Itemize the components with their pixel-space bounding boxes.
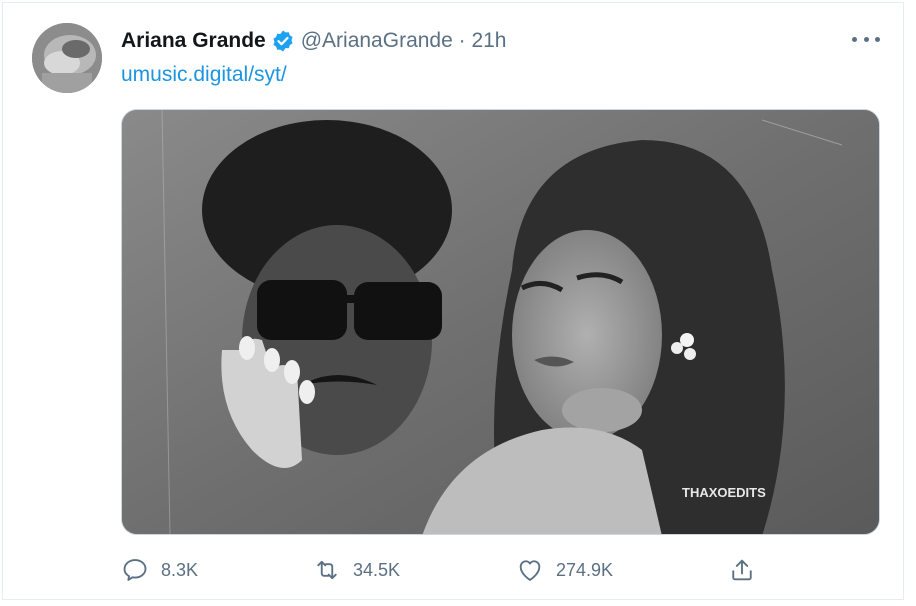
author-name[interactable]: Ariana Grande: [121, 29, 266, 53]
heart-icon: [519, 560, 541, 581]
reply-icon: [123, 559, 147, 581]
more-options-icon[interactable]: [852, 29, 880, 49]
more-dot: [875, 36, 880, 42]
verified-badge-icon: [271, 29, 295, 53]
tweet-media-image[interactable]: THAXOEDITS: [121, 109, 880, 535]
tweet-link[interactable]: umusic.digital/syt/: [121, 63, 287, 87]
like-count: 274.9K: [556, 559, 614, 580]
more-dot: [852, 36, 857, 42]
retweet-icon: [317, 560, 337, 580]
share-button[interactable]: [728, 552, 756, 588]
tweet-header: Ariana Grande @ArianaGrande · 21h: [121, 27, 506, 55]
author-handle-and-time[interactable]: @ArianaGrande · 21h: [301, 29, 507, 53]
reply-button[interactable]: 8.3K: [121, 552, 198, 588]
share-icon: [732, 559, 752, 581]
more-dot: [863, 36, 869, 42]
tweet-actions: 8.3K 34.5K 274.9K: [121, 552, 761, 588]
media-watermark: THAXOEDITS: [682, 485, 766, 500]
retweet-count: 34.5K: [353, 559, 401, 580]
author-avatar[interactable]: [32, 23, 102, 93]
tweet-card: Ariana Grande @ArianaGrande · 21h umusic…: [2, 2, 904, 600]
like-button[interactable]: 274.9K: [516, 552, 613, 588]
avatar-image: [32, 23, 102, 93]
reply-count: 8.3K: [161, 559, 199, 580]
retweet-button[interactable]: 34.5K: [313, 552, 400, 588]
